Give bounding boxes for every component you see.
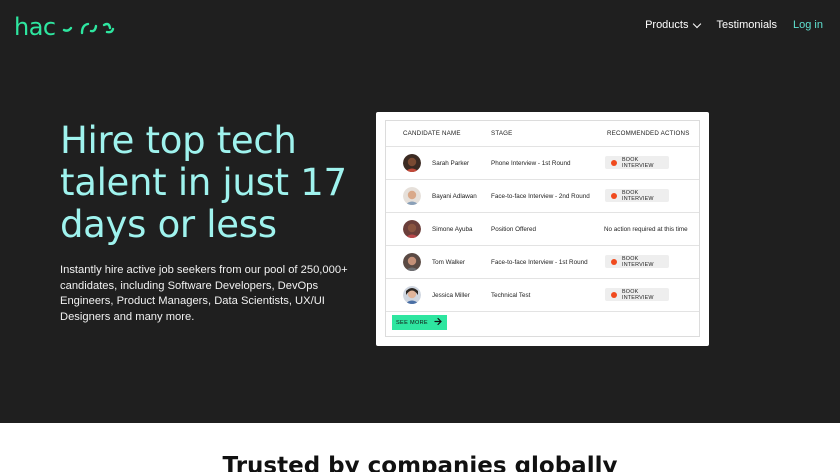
login-link[interactable]: Log in bbox=[793, 19, 823, 31]
table-header: CANDIDATE NAME STAGE RECOMMENDED ACTIONS bbox=[386, 121, 699, 147]
top-nav: Products Testimonials Log in bbox=[645, 19, 823, 31]
avatar bbox=[403, 187, 421, 205]
status-dot-icon bbox=[611, 159, 617, 166]
hero-subcopy: Instantly hire active job seekers from o… bbox=[60, 264, 348, 323]
avatar bbox=[403, 286, 421, 304]
table-row: Simone Ayuba Position Offered No action … bbox=[386, 213, 699, 246]
avatar bbox=[403, 154, 421, 172]
nav-products-dropdown[interactable]: Products bbox=[645, 19, 702, 31]
trusted-heading: Trusted by companies globally bbox=[222, 453, 618, 472]
candidate-stage: Face-to-face Interview - 1st Round bbox=[491, 259, 588, 266]
logo-text: hac bbox=[14, 13, 56, 41]
book-interview-button[interactable]: BOOK INTERVIEW bbox=[605, 255, 669, 268]
hero-headline: Hire top tech talent in just 17 days or … bbox=[60, 119, 347, 246]
arrow-right-icon bbox=[434, 317, 443, 328]
avatar bbox=[403, 253, 421, 271]
see-more-label: SEE MORE bbox=[396, 319, 428, 326]
table-row: Tom Walker Face-to-face Interview - 1st … bbox=[386, 246, 699, 279]
avatar bbox=[403, 220, 421, 238]
candidate-name: Jessica Miller bbox=[432, 292, 470, 299]
see-more-button[interactable]: SEE MORE bbox=[392, 315, 447, 330]
book-interview-button[interactable]: BOOK INTERVIEW bbox=[605, 288, 669, 301]
book-interview-button[interactable]: BOOK INTERVIEW bbox=[605, 189, 669, 202]
book-interview-button[interactable]: BOOK INTERVIEW bbox=[605, 156, 669, 169]
status-dot-icon bbox=[611, 258, 617, 265]
book-interview-label: BOOK INTERVIEW bbox=[622, 255, 654, 268]
candidate-name: Simone Ayuba bbox=[432, 226, 473, 233]
nav-products-label: Products bbox=[645, 19, 689, 31]
logo-mark-icon bbox=[62, 17, 116, 37]
book-interview-label: BOOK INTERVIEW bbox=[622, 156, 654, 169]
candidate-card: CANDIDATE NAME STAGE RECOMMENDED ACTIONS… bbox=[376, 112, 709, 346]
candidate-name: Sarah Parker bbox=[432, 160, 470, 167]
header-stage: STAGE bbox=[491, 130, 513, 137]
candidate-name: Tom Walker bbox=[432, 259, 466, 266]
book-interview-label: BOOK INTERVIEW bbox=[622, 189, 654, 202]
header-recommended-actions: RECOMMENDED ACTIONS bbox=[607, 130, 690, 137]
chevron-down-icon bbox=[693, 19, 702, 28]
candidate-stage: Position Offered bbox=[491, 226, 537, 233]
candidate-stage: Face-to-face Interview - 2nd Round bbox=[491, 193, 590, 200]
table-row: Sarah Parker Phone Interview - 1st Round… bbox=[386, 147, 699, 180]
table-row: Bayani Adlawan Face-to-face Interview - … bbox=[386, 180, 699, 213]
candidate-stage: Phone Interview - 1st Round bbox=[491, 160, 571, 167]
hero-section: hac Products Testimonials Log in Hire to… bbox=[0, 0, 840, 423]
logo[interactable]: hac bbox=[14, 13, 116, 41]
candidate-name: Bayani Adlawan bbox=[432, 193, 477, 200]
book-interview-label: BOOK INTERVIEW bbox=[622, 288, 654, 301]
candidate-stage: Technical Test bbox=[491, 292, 531, 299]
status-dot-icon bbox=[611, 291, 617, 298]
status-dot-icon bbox=[611, 192, 617, 199]
nav-testimonials-link[interactable]: Testimonials bbox=[716, 19, 777, 31]
no-action-text: No action required at this time bbox=[604, 226, 688, 233]
table-row: Jessica Miller Technical Test BOOK INTER… bbox=[386, 279, 699, 312]
header-candidate-name: CANDIDATE NAME bbox=[403, 130, 461, 137]
candidate-table: CANDIDATE NAME STAGE RECOMMENDED ACTIONS… bbox=[385, 120, 700, 337]
